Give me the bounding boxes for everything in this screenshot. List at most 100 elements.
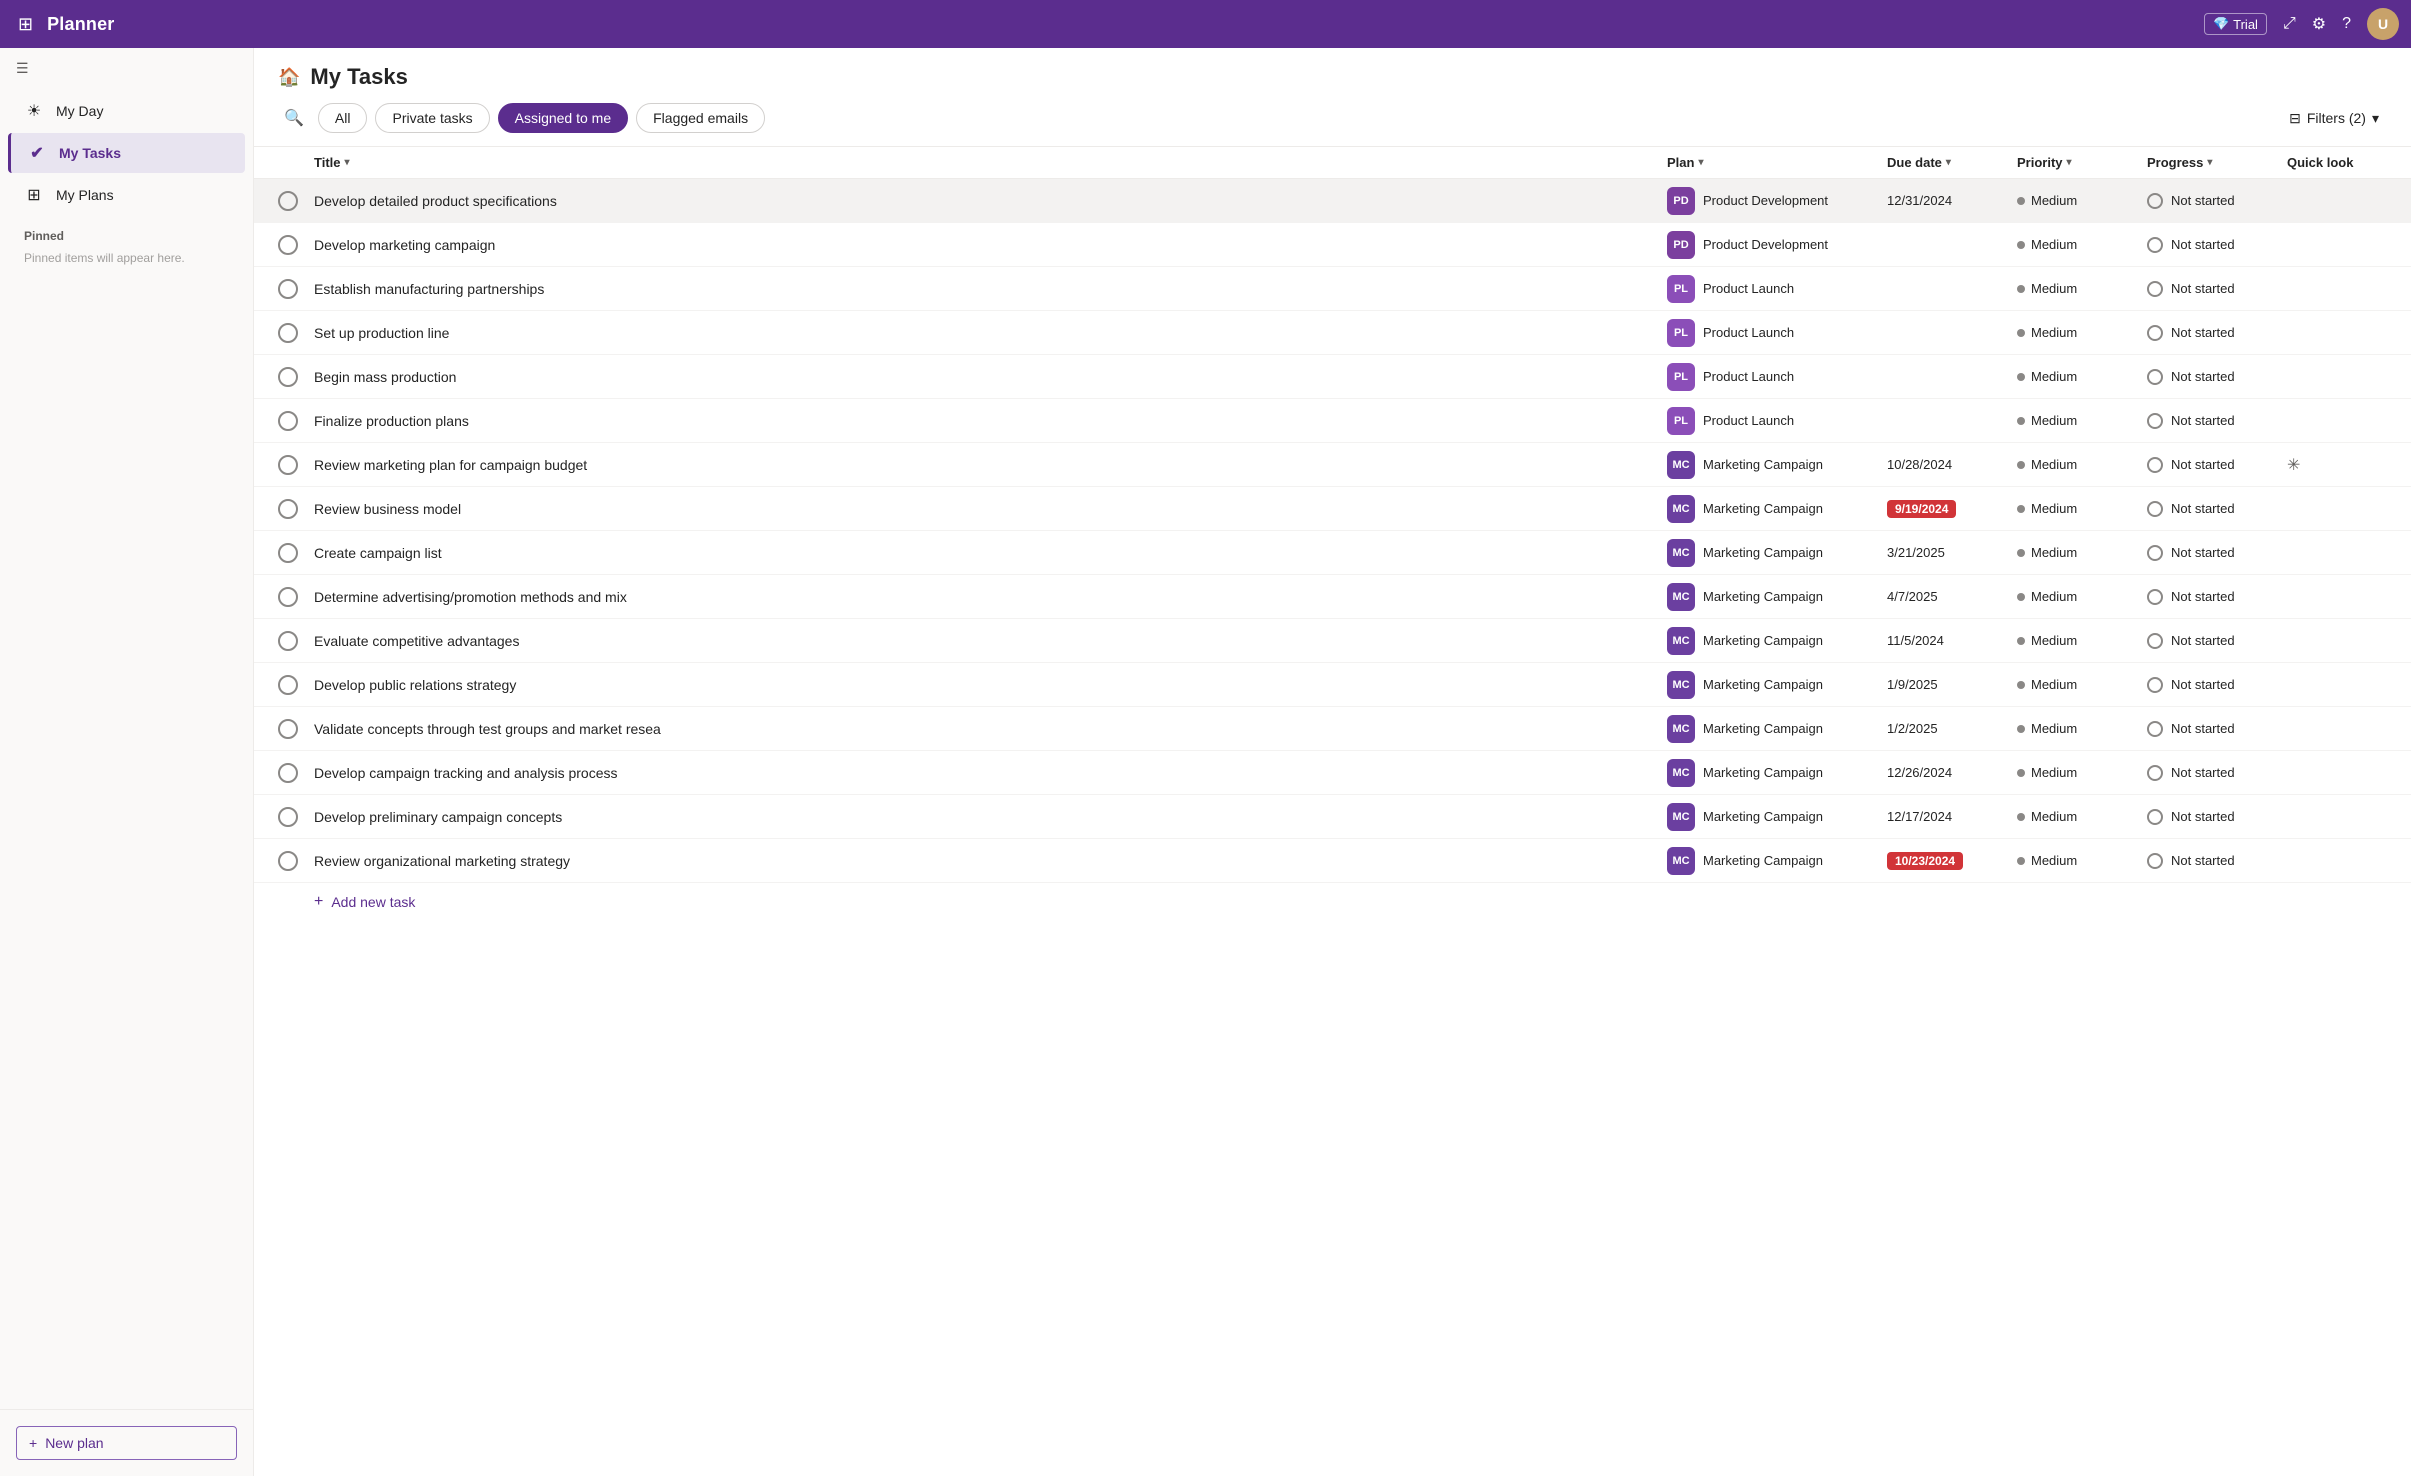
check-circle[interactable] [278, 279, 298, 299]
plan-col-label: Plan [1667, 155, 1694, 170]
task-checkbox[interactable] [278, 367, 314, 387]
waffle-icon[interactable]: ⊞ [12, 8, 39, 41]
plan-name: Product Launch [1703, 369, 1794, 384]
priority-text: Medium [2031, 325, 2077, 340]
search-button[interactable]: 🔍 [278, 102, 310, 134]
table-row[interactable]: Create campaign list MC Marketing Campai… [254, 531, 2411, 575]
filters-button[interactable]: ⊟ Filters (2) ▾ [2281, 104, 2387, 133]
table-row[interactable]: Develop marketing campaign PD Product De… [254, 223, 2411, 267]
table-row[interactable]: Develop detailed product specifications … [254, 179, 2411, 223]
table-row[interactable]: Finalize production plans PL Product Lau… [254, 399, 2411, 443]
tab-private-tasks[interactable]: Private tasks [375, 103, 489, 133]
check-circle[interactable] [278, 367, 298, 387]
avatar[interactable]: U [2367, 8, 2399, 40]
check-circle[interactable] [278, 807, 298, 827]
check-circle[interactable] [278, 719, 298, 739]
task-checkbox[interactable] [278, 455, 314, 475]
table-row[interactable]: Develop preliminary campaign concepts MC… [254, 795, 2411, 839]
priority-dot [2017, 461, 2025, 469]
page-header: 🏠 My Tasks [254, 48, 2411, 90]
table-row[interactable]: Develop public relations strategy MC Mar… [254, 663, 2411, 707]
check-circle[interactable] [278, 323, 298, 343]
task-checkbox[interactable] [278, 631, 314, 651]
table-row[interactable]: Develop campaign tracking and analysis p… [254, 751, 2411, 795]
plan-sort-icon: ▾ [1698, 157, 1703, 168]
table-row[interactable]: Review organizational marketing strategy… [254, 839, 2411, 883]
check-circle[interactable] [278, 191, 298, 211]
task-priority-cell: Medium [2017, 281, 2147, 296]
share-icon[interactable]: ⤢ [2283, 15, 2296, 33]
task-checkbox[interactable] [278, 191, 314, 211]
due-date-text: 12/26/2024 [1887, 765, 1952, 780]
task-checkbox[interactable] [278, 323, 314, 343]
priority-dot [2017, 241, 2025, 249]
help-icon[interactable]: ? [2342, 15, 2351, 33]
priority-dot [2017, 857, 2025, 865]
tab-assigned-to-me[interactable]: Assigned to me [498, 103, 629, 133]
task-checkbox[interactable] [278, 763, 314, 783]
priority-col-label: Priority [2017, 155, 2063, 170]
task-info-button[interactable]: ℹ [565, 190, 578, 211]
table-row[interactable]: Determine advertising/promotion methods … [254, 575, 2411, 619]
col-duedate-header[interactable]: Due date ▾ [1887, 155, 2017, 170]
table-row[interactable]: Begin mass production PL Product Launch … [254, 355, 2411, 399]
check-circle[interactable] [278, 851, 298, 871]
plan-badge: MC [1667, 715, 1695, 743]
col-progress-header[interactable]: Progress ▾ [2147, 155, 2287, 170]
check-circle[interactable] [278, 411, 298, 431]
check-circle[interactable] [278, 587, 298, 607]
check-circle[interactable] [278, 543, 298, 563]
col-title-header[interactable]: Title ▾ [314, 155, 1667, 170]
priority-text: Medium [2031, 721, 2077, 736]
sidebar-item-my-day[interactable]: ☀ My Day [8, 91, 245, 131]
tab-all[interactable]: All [318, 103, 368, 133]
new-plan-button[interactable]: + New plan [16, 1426, 237, 1460]
table-row[interactable]: Validate concepts through test groups an… [254, 707, 2411, 751]
task-plan-cell: MC Marketing Campaign [1667, 627, 1887, 655]
col-plan-header[interactable]: Plan ▾ [1667, 155, 1887, 170]
plan-name: Marketing Campaign [1703, 853, 1823, 868]
tab-flagged-emails[interactable]: Flagged emails [636, 103, 765, 133]
task-progress-cell: Not started [2147, 853, 2287, 869]
check-circle[interactable] [278, 763, 298, 783]
table-row[interactable]: Set up production line PL Product Launch… [254, 311, 2411, 355]
add-task-label: Add new task [331, 894, 415, 910]
check-circle[interactable] [278, 631, 298, 651]
task-checkbox[interactable] [278, 411, 314, 431]
table-row[interactable]: Evaluate competitive advantages MC Marke… [254, 619, 2411, 663]
sidebar-item-my-tasks[interactable]: ✔ My Tasks [8, 133, 245, 173]
add-task-row[interactable]: + Add new task [254, 883, 2411, 921]
task-checkbox[interactable] [278, 279, 314, 299]
task-checkbox[interactable] [278, 851, 314, 871]
task-progress-cell: Not started [2147, 721, 2287, 737]
plan-name: Marketing Campaign [1703, 545, 1823, 560]
task-checkbox[interactable] [278, 587, 314, 607]
check-circle[interactable] [278, 455, 298, 475]
check-circle[interactable] [278, 235, 298, 255]
plan-badge: MC [1667, 451, 1695, 479]
sidebar-toggle[interactable]: ☰ [0, 48, 253, 89]
trial-button[interactable]: 💎 Trial [2204, 13, 2267, 35]
task-duedate-cell: 11/5/2024 [1887, 633, 2017, 648]
task-checkbox[interactable] [278, 675, 314, 695]
task-checkbox[interactable] [278, 807, 314, 827]
task-checkbox[interactable] [278, 235, 314, 255]
task-checkbox[interactable] [278, 499, 314, 519]
task-duedate-cell: 1/2/2025 [1887, 721, 2017, 736]
check-circle[interactable] [278, 499, 298, 519]
table-row[interactable]: Review marketing plan for campaign budge… [254, 443, 2411, 487]
col-priority-header[interactable]: Priority ▾ [2017, 155, 2147, 170]
task-checkbox[interactable] [278, 719, 314, 739]
check-circle[interactable] [278, 675, 298, 695]
task-more-button[interactable]: ⋯ [582, 190, 604, 211]
task-progress-cell: Not started [2147, 325, 2287, 341]
table-row[interactable]: Establish manufacturing partnerships PL … [254, 267, 2411, 311]
plan-badge: PD [1667, 231, 1695, 259]
settings-icon[interactable]: ⚙ [2312, 14, 2326, 34]
table-row[interactable]: Review business model MC Marketing Campa… [254, 487, 2411, 531]
quicklook-sun-icon[interactable]: ✳ [2287, 455, 2300, 475]
task-duedate-cell: 10/28/2024 [1887, 457, 2017, 472]
sidebar-item-my-plans[interactable]: ⊞ My Plans [8, 175, 245, 215]
task-checkbox[interactable] [278, 543, 314, 563]
progress-circle [2147, 545, 2163, 561]
